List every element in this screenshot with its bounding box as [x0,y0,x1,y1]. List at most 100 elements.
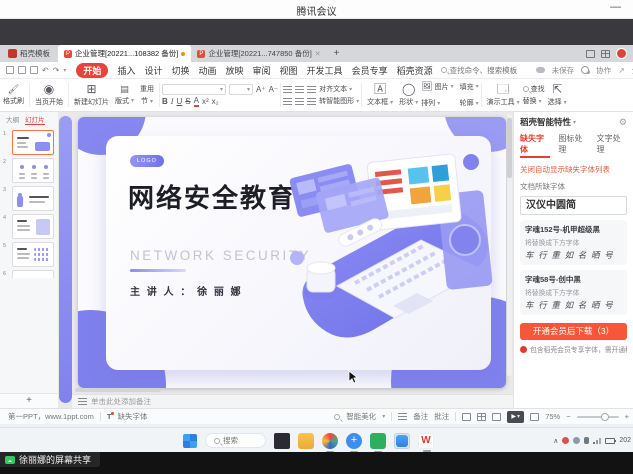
note-button[interactable]: 备注 [413,411,428,422]
section-button[interactable]: 节▾ [141,96,153,106]
picture-button[interactable]: 🖼图片▾ [421,82,453,92]
new-slide-button[interactable]: ⊞ 新建幻灯片 [71,79,112,111]
tab-document-2[interactable]: P 企业管理[20221...747850 备份] ✕ [191,45,326,62]
menu-view[interactable]: 视图 [280,64,298,77]
menu-docer-res[interactable]: 稻壳资源 [397,64,433,77]
slide-thumbnail-4[interactable]: 4 [12,214,55,239]
tab-grid-icon[interactable] [601,50,610,58]
slideshow-play-button[interactable]: ▶▾ [507,411,524,423]
add-slide-button[interactable]: + [0,393,58,408]
menu-review[interactable]: 审阅 [253,64,271,77]
zoom-slider[interactable] [577,416,619,418]
tray-expand-icon[interactable]: ∧ [553,437,558,445]
browser-icon[interactable] [322,433,338,449]
align-center-icon[interactable] [295,98,304,105]
slide-thumbnail-2[interactable]: 2 [12,158,55,183]
panel-dropdown-icon[interactable]: ▾ [573,119,576,126]
zoom-out-button[interactable]: − [566,412,570,421]
command-search[interactable] [441,66,536,75]
current-missing-font[interactable]: 汉仪中圆简 [520,196,627,215]
line-spacing-icon[interactable] [307,86,316,93]
export-icon[interactable] [18,66,26,74]
close-tab-icon[interactable]: ✕ [315,50,321,58]
superscript-button[interactable]: x² [202,97,209,106]
slide-thumbnail-5[interactable]: 5 [12,242,55,267]
green-app-icon[interactable] [370,433,386,449]
normal-view-icon[interactable] [462,413,471,421]
sidebar-scrollbar[interactable] [59,116,72,403]
select-button[interactable]: ⇱ 选择▾ [545,79,570,111]
task-view-icon[interactable] [274,433,290,449]
new-tab-button[interactable]: + [327,45,347,62]
subscript-button[interactable]: x₂ [212,97,219,106]
menu-insert[interactable]: 插入 [117,64,135,77]
screen-share-pill[interactable]: 徐丽娜的屏幕共享 [0,452,100,467]
start-button[interactable] [183,434,197,448]
notes-bar[interactable]: 单击此处添加备注 [72,394,513,408]
bold-button[interactable]: B [162,97,168,106]
gear-icon[interactable]: ⚙ [619,117,627,128]
download-after-member-button[interactable]: 开通会员后下载（3） [520,323,627,340]
command-search-input[interactable] [450,66,536,75]
font-name-select[interactable]: ▾ [162,84,226,95]
font-size-select[interactable]: ▾ [229,84,253,95]
slide-thumbnail-3[interactable]: 3 [12,186,55,211]
print-icon[interactable] [30,66,38,74]
tab-slides[interactable]: 幻灯片 [25,114,45,125]
wifi-icon[interactable] [593,438,601,444]
collaborate-button[interactable]: 协作 [596,65,611,76]
slide-editor[interactable]: LOGO 网络安全教育 NETWORK SECURITY 主 讲 人 ： 徐 丽… [78,117,506,388]
tab-outline[interactable]: 大纲 [6,114,19,125]
underline-button[interactable]: U [176,97,182,106]
fill-button[interactable]: 填充▾ [460,82,479,92]
font-color-button[interactable]: A [194,97,199,107]
slide-presenter[interactable]: 主 讲 人 ： 徐 丽 娜 [130,283,243,298]
tab-docer-home[interactable]: 稻壳模板 [0,45,58,62]
zoom-slider-knob[interactable] [601,413,609,421]
user-avatar[interactable] [616,48,627,59]
font-card[interactable]: 字魂152号-机甲超级黑 将替换成下方字体 车 行 重 如 名 晒 号 [520,220,627,265]
play-from-page-button[interactable]: ◉ 当页开始 [32,79,66,111]
taskbar-search[interactable] [205,433,266,448]
font-card[interactable]: 字魂58号-创中黑 将替换成下方字体 车 行 重 如 名 晒 号 [520,270,627,315]
replace-button[interactable]: 替换▾ [523,96,545,106]
align-left-icon[interactable] [283,98,292,105]
panel-tab-text[interactable]: 文字处理 [597,133,627,158]
grow-font-icon[interactable]: A⁺ [256,85,266,94]
tencent-meeting-icon[interactable] [394,433,410,449]
wps-icon[interactable]: W [418,433,434,449]
slide-thumbnail-6[interactable]: 6 [12,270,55,278]
reuse-button[interactable]: 重用 [140,84,154,94]
tray-app-icon[interactable] [562,437,569,444]
italic-button[interactable]: I [171,97,174,106]
bullets-icon[interactable] [283,86,292,93]
find-button[interactable]: 查找 [523,84,545,94]
tab-document-1[interactable]: P 企业管理[20221...108382 备份] [58,45,191,62]
format-painter-button[interactable]: 🖌 格式刷 [0,79,27,111]
menu-home[interactable]: 开始 [76,63,108,78]
file-explorer-icon[interactable] [298,433,314,449]
shrink-font-icon[interactable]: A⁻ [269,85,279,94]
slide-sorter-icon[interactable] [477,413,486,421]
reading-view-icon[interactable] [492,413,501,421]
panel-tab-icons[interactable]: 图标处理 [558,133,588,158]
strike-button[interactable]: S [185,97,190,106]
comment-button[interactable]: 批注 [434,411,449,422]
outline-button[interactable]: 轮廓▾ [460,98,479,108]
qat-more-icon[interactable]: ▾ [63,67,66,74]
align-text-button[interactable]: 对齐文本▾ [319,84,352,94]
layout-button[interactable]: ▤ 版式▾ [112,79,137,111]
taskbar-search-input[interactable] [223,436,257,445]
menu-animation[interactable]: 动画 [198,64,216,77]
tray-clock[interactable]: 202 [619,437,631,444]
app-plus-icon[interactable]: + [346,433,362,449]
save-icon[interactable] [6,66,14,74]
slide-title[interactable]: 网络安全教育 [128,178,296,215]
canvas-hscrollbar[interactable] [75,388,161,392]
present-tools-button[interactable]: 🗔 演示工具▾ [484,79,523,111]
battery-icon[interactable] [605,438,615,444]
tray-app-icon[interactable] [573,437,580,444]
microphone-icon[interactable] [584,437,589,444]
zoom-in-button[interactable]: + [625,412,629,421]
menu-devtools[interactable]: 开发工具 [307,64,343,77]
